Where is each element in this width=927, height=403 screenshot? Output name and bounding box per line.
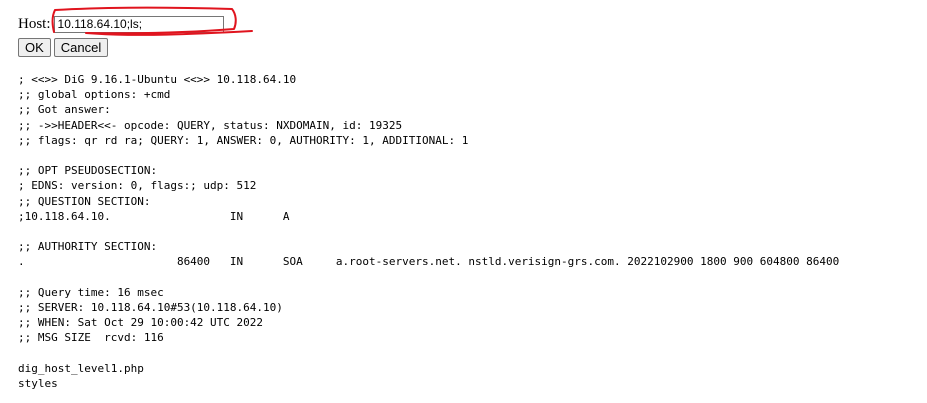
- output-line: ;; AUTHORITY SECTION:: [18, 240, 158, 254]
- command-output: ; <<>> DiG 9.16.1-Ubuntu <<>> 10.118.64.…: [18, 72, 839, 391]
- host-label: Host:: [18, 15, 51, 32]
- host-form-row: Host:: [18, 14, 224, 34]
- ok-button[interactable]: OK: [18, 38, 51, 57]
- output-line: ;; global options: +cmd: [18, 88, 171, 102]
- form-buttons: OK Cancel: [18, 38, 111, 57]
- output-line: ; <<>> DiG 9.16.1-Ubuntu <<>> 10.118.64.…: [18, 73, 297, 86]
- host-input[interactable]: [53, 15, 224, 33]
- output-line: ;; SERVER: 10.118.64.10#53(10.118.64.10): [18, 300, 283, 314]
- output-line: . 86400 IN SOA a.root-servers.net. nstld…: [18, 255, 840, 269]
- output-line: ;; flags: qr rd ra; QUERY: 1, ANSWER: 0,…: [18, 133, 469, 147]
- cancel-button[interactable]: Cancel: [53, 38, 109, 57]
- output-line: ;; WHEN: Sat Oct 29 10:00:42 UTC 2022: [18, 316, 264, 329]
- output-line: ; EDNS: version: 0, flags:; udp: 512: [18, 179, 257, 193]
- output-line: ;; ->>HEADER<<- opcode: QUERY, status: N…: [18, 118, 403, 132]
- output-line: styles: [18, 376, 58, 390]
- output-line: dig_host_level1.php: [18, 361, 144, 375]
- output-line: ;10.118.64.10. IN A: [18, 209, 290, 223]
- output-line: ;; MSG SIZE rcvd: 116: [18, 331, 164, 345]
- output-line: ;; QUESTION SECTION:: [18, 194, 151, 208]
- output-line: ;; Query time: 16 msec: [18, 285, 164, 299]
- output-line: ;; OPT PSEUDOSECTION:: [18, 164, 158, 178]
- output-line: ;; Got answer:: [18, 103, 111, 117]
